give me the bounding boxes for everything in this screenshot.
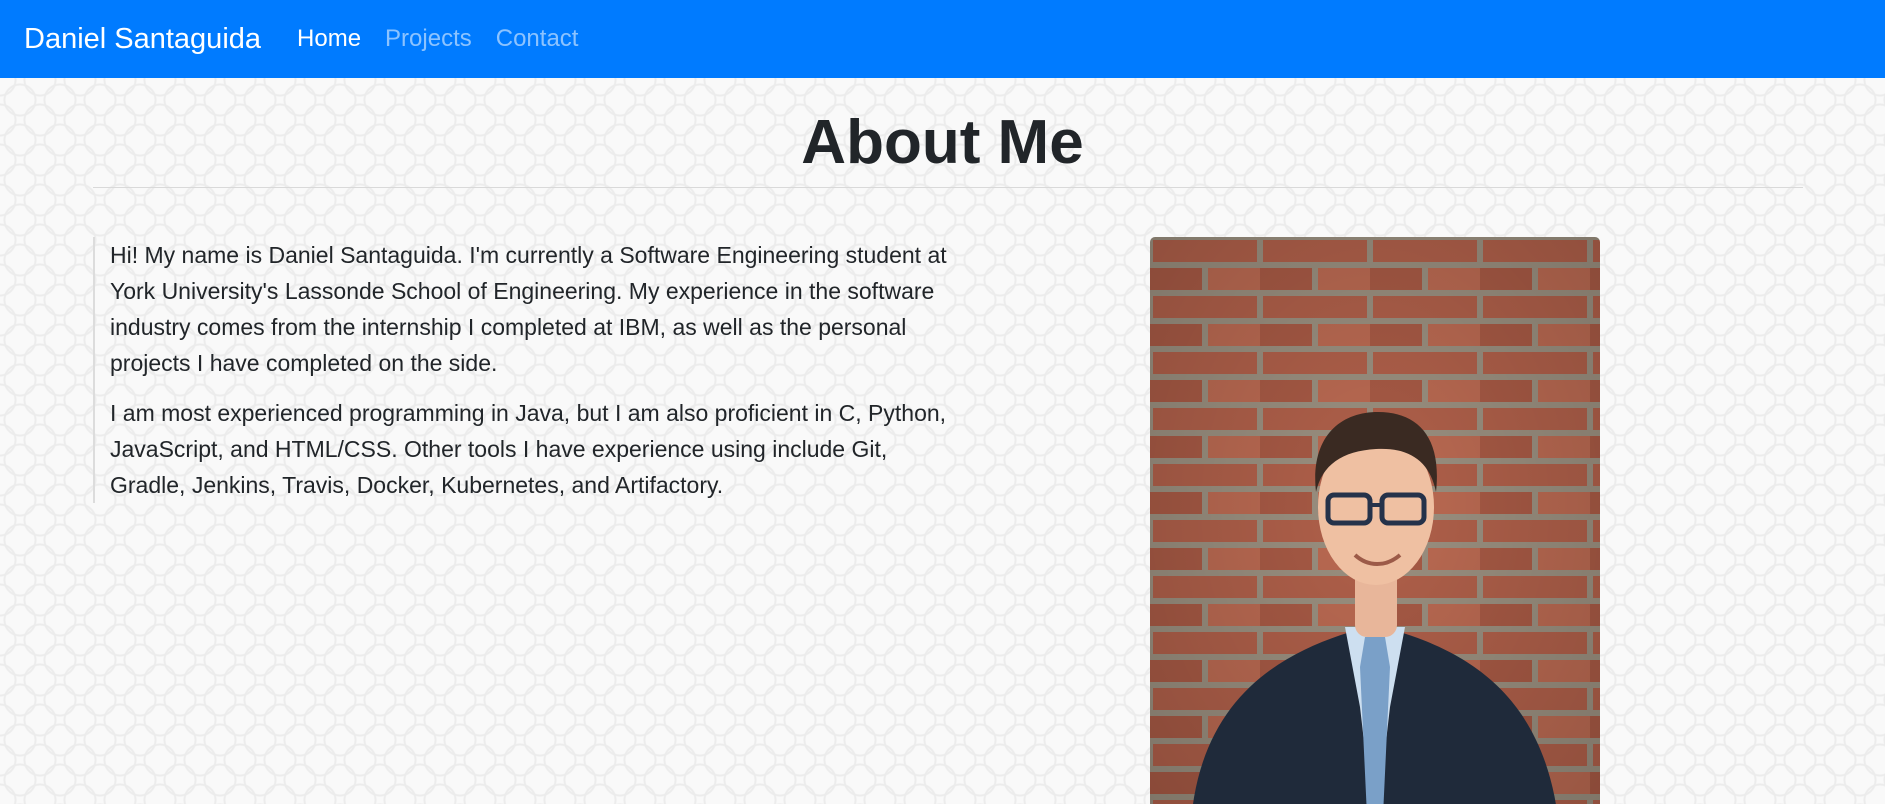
brand-link[interactable]: Daniel Santaguida: [24, 23, 261, 56]
bio-section: Hi! My name is Daniel Santaguida. I'm cu…: [93, 237, 953, 503]
nav-link-contact[interactable]: Contact: [496, 25, 579, 53]
nav-link-projects[interactable]: Projects: [385, 25, 472, 53]
page-title: About Me: [801, 108, 1084, 177]
nav-link-home[interactable]: Home: [297, 25, 361, 53]
bio-paragraph-skills: I am most experienced programming in Jav…: [110, 400, 947, 498]
navbar: Daniel Santaguida Home Projects Contact: [0, 0, 1885, 78]
title-divider: [93, 187, 1803, 188]
portrait-photo: [1150, 237, 1600, 804]
bio-paragraph-intro: Hi! My name is Daniel Santaguida. I'm cu…: [110, 242, 947, 376]
